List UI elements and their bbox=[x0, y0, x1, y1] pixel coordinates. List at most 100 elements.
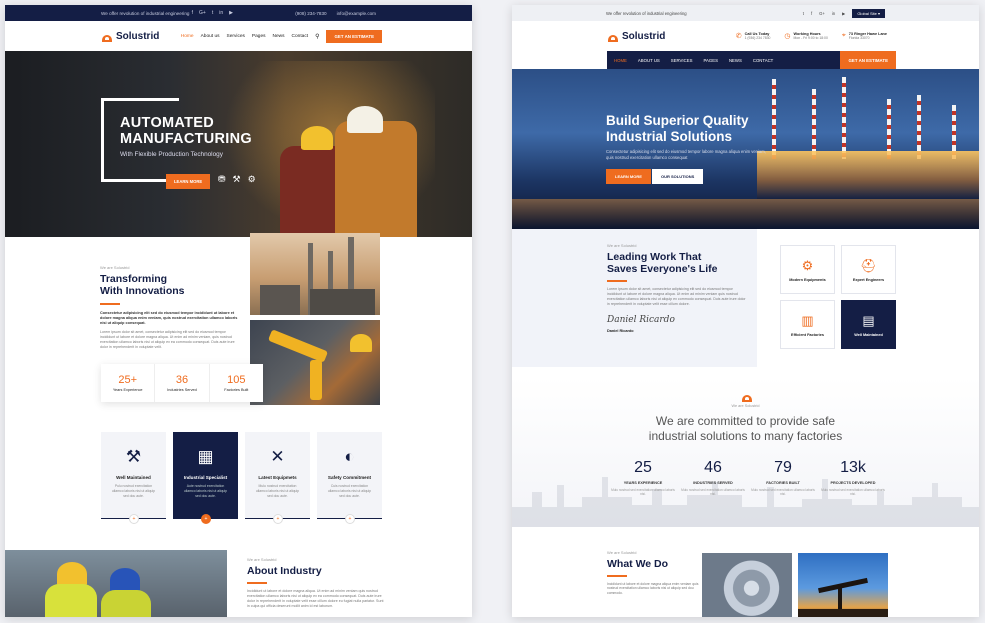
features-row: ⚒ Well Maintained Pulu nostrud exercitat… bbox=[101, 432, 382, 524]
plus-icon[interactable]: + bbox=[129, 514, 139, 524]
homepage-variant-1[interactable]: We offer revolution of industrial engine… bbox=[5, 5, 472, 617]
stat-item: 25 YEARS EXPERIENCE Mulu nostrud sed exerc… bbox=[611, 459, 675, 497]
factory-icon: ▥ bbox=[801, 312, 814, 328]
homepage-variant-2[interactable]: We offer revolution of industrial engine… bbox=[512, 5, 979, 617]
linkedin-icon[interactable]: in bbox=[219, 10, 223, 16]
vest-icon: ▦ bbox=[197, 447, 214, 466]
google-plus-icon[interactable]: G+ bbox=[819, 11, 825, 16]
info-hours: ◷ Working Hours Mon - Fri 9:00 to 18:00 bbox=[784, 32, 828, 40]
tape-measure-icon: ◐ bbox=[344, 447, 355, 466]
what-we-do-title: What We Do bbox=[607, 558, 669, 570]
youtube-icon[interactable]: ▶ bbox=[229, 10, 233, 16]
get-estimate-button[interactable]: GET AN ESTIMATE bbox=[840, 51, 896, 69]
stats-card: 25+ Years Experience 36 Industries Served … bbox=[101, 364, 263, 402]
main-nav: HOME ABOUT US SERVICES PAGES NEWS CONTAC… bbox=[607, 51, 896, 69]
factory-logo-icon bbox=[101, 31, 113, 42]
factory-image bbox=[250, 233, 380, 315]
hero-banner: Build Superior Quality Industrial Solutio… bbox=[512, 69, 979, 229]
nav-item-pages[interactable]: Pages bbox=[252, 34, 266, 39]
learn-more-button[interactable]: LEARN MORE bbox=[166, 174, 211, 189]
search-icon[interactable]: ⚲ bbox=[315, 33, 319, 40]
service-tiles: ⚙ Modern Equipments ⛑ Expert Engineers ▥ Ef… bbox=[780, 245, 896, 349]
our-solutions-button[interactable]: OUR SOLUTIONS bbox=[652, 169, 704, 184]
feature-card-latest-equipments[interactable]: ✕ Latest Equipmets Mulu nostrud exercita… bbox=[245, 432, 310, 524]
hard-hat-left bbox=[301, 126, 333, 150]
nav-item-home[interactable]: Home bbox=[181, 34, 194, 39]
linkedin-icon[interactable]: in bbox=[832, 11, 835, 16]
turbine-image bbox=[702, 553, 792, 617]
water-reflection bbox=[512, 199, 979, 229]
nav-menu: Home About us Services Pages News Contac… bbox=[181, 29, 382, 43]
tagline: We offer revolution of industrial engine… bbox=[606, 10, 687, 16]
nav-item-contact[interactable]: Contact bbox=[292, 34, 309, 39]
facebook-icon[interactable]: f bbox=[192, 10, 193, 16]
nav-item-news[interactable]: NEWS bbox=[729, 58, 742, 63]
main-nav: Solustrid Home About us Services Pages N… bbox=[5, 21, 472, 51]
info-call: ✆ Call Us Today 1 (936) 234 7830 bbox=[735, 32, 771, 40]
nav-item-services[interactable]: SERVICES bbox=[671, 58, 693, 63]
clock-icon: ◷ bbox=[784, 33, 791, 40]
global-site-dropdown[interactable]: Global Site ▾ bbox=[852, 8, 885, 18]
nav-item-pages[interactable]: PAGES bbox=[703, 58, 718, 63]
workers-image bbox=[5, 550, 227, 617]
feature-card-well-maintained[interactable]: ⚒ Well Maintained Pulu nostrud exercitat… bbox=[101, 432, 166, 524]
twitter-icon[interactable]: t bbox=[803, 11, 804, 16]
nav-item-home[interactable]: HOME bbox=[614, 58, 627, 63]
oil-pump-image bbox=[798, 553, 888, 617]
tile-expert-engineers[interactable]: ⛑ Expert Engineers bbox=[841, 245, 896, 294]
stat-item: 46 INDUSTRIES SERVED Mulu nostrud sed exer… bbox=[681, 459, 745, 497]
leading-work-section: We are Solustrid Leading Work That Saves … bbox=[512, 229, 757, 367]
power-plant-lights bbox=[757, 151, 979, 199]
tagline: We offer revolution of industrial engine… bbox=[101, 10, 190, 16]
google-plus-icon[interactable]: G+ bbox=[199, 10, 206, 16]
truck-icon: ⛃ bbox=[218, 174, 226, 184]
commitment-section: We are Solustrid We are committed to pro… bbox=[512, 377, 979, 527]
hard-hat-right bbox=[347, 106, 383, 133]
learn-more-button[interactable]: LEARN MORE bbox=[606, 169, 651, 184]
gear-icon: ⚙ bbox=[801, 257, 814, 273]
nav-item-news[interactable]: News bbox=[273, 34, 285, 39]
factory-logo-icon bbox=[741, 393, 752, 402]
about-body: Lorem ipsum dolor sit amet, consectetur … bbox=[100, 329, 235, 349]
drill-icon: ⚒ bbox=[125, 447, 142, 466]
tile-modern-equipments[interactable]: ⚙ Modern Equipments bbox=[780, 245, 835, 294]
tile-efficient-factories[interactable]: ▥ Efficient Factories bbox=[780, 300, 835, 349]
engineer-icon: ⛑ bbox=[860, 257, 877, 273]
stat-item: 13k PROJECTS DEVELOPED Mulu nostrud sed ex… bbox=[821, 459, 885, 497]
stat-item: 25+ Years Experience bbox=[101, 364, 156, 402]
email-text[interactable]: info@example.com bbox=[337, 11, 376, 16]
feature-card-safety-commitment[interactable]: ◐ Safety Commitment Cuis nostrud exercit… bbox=[317, 432, 382, 524]
phone-text[interactable]: (908) 234-7830 bbox=[295, 11, 326, 16]
stat-item: 79 FACTORIES BUILT Mulu nostrud sed exerci… bbox=[751, 459, 815, 497]
title-underline bbox=[100, 303, 120, 305]
about-eyebrow: We are Solustrid bbox=[100, 265, 130, 270]
nav-item-about[interactable]: About us bbox=[201, 34, 220, 39]
brand-logo[interactable]: Solustrid bbox=[607, 31, 665, 42]
twitter-icon[interactable]: t bbox=[212, 10, 213, 16]
top-right: t f G+ in ▶ Global Site ▾ bbox=[803, 8, 885, 18]
crane-icon: ⚒ bbox=[232, 174, 241, 184]
nav-item-about[interactable]: ABOUT US bbox=[638, 58, 660, 63]
nav-item-services[interactable]: Services bbox=[227, 34, 245, 39]
hero-title: AUTOMATED MANUFACTURING bbox=[120, 115, 252, 147]
facebook-icon[interactable]: f bbox=[811, 11, 812, 16]
hero-icons: ⛃ ⚒ ⚙ bbox=[218, 174, 256, 185]
hero-title: Build Superior Quality Industrial Solutio… bbox=[606, 113, 749, 144]
author-name: Daniel Ricardo bbox=[607, 328, 634, 333]
top-bar: We offer revolution of industrial engine… bbox=[5, 5, 472, 21]
nav-item-contact[interactable]: CONTACT bbox=[753, 58, 773, 63]
plus-icon[interactable]: + bbox=[345, 514, 355, 524]
top-bar: We offer revolution of industrial engine… bbox=[512, 5, 979, 21]
brand-logo[interactable]: Solustrid bbox=[101, 31, 159, 42]
tile-well-maintained[interactable]: ▤ Well Maintained bbox=[841, 300, 896, 349]
get-estimate-button[interactable]: GET AN ESTIMATE bbox=[326, 29, 382, 43]
plus-icon[interactable]: + bbox=[273, 514, 283, 524]
commitment-title: We are committed to provide safe industri… bbox=[648, 414, 843, 443]
plus-icon[interactable]: + bbox=[201, 514, 211, 524]
what-we-do-section: We are Solustrid What We Do Incididunt u… bbox=[607, 550, 707, 596]
stats-row: 25 YEARS EXPERIENCE Mulu nostrud sed exerc… bbox=[608, 459, 888, 497]
feature-card-industrial-specialist[interactable]: ▦ Industrial Specialist Aute nostrud exe… bbox=[173, 432, 238, 524]
factory-logo-icon bbox=[607, 31, 619, 42]
youtube-icon[interactable]: ▶ bbox=[842, 11, 845, 16]
header: Solustrid ✆ Call Us Today 1 (936) 234 7830… bbox=[512, 21, 979, 51]
